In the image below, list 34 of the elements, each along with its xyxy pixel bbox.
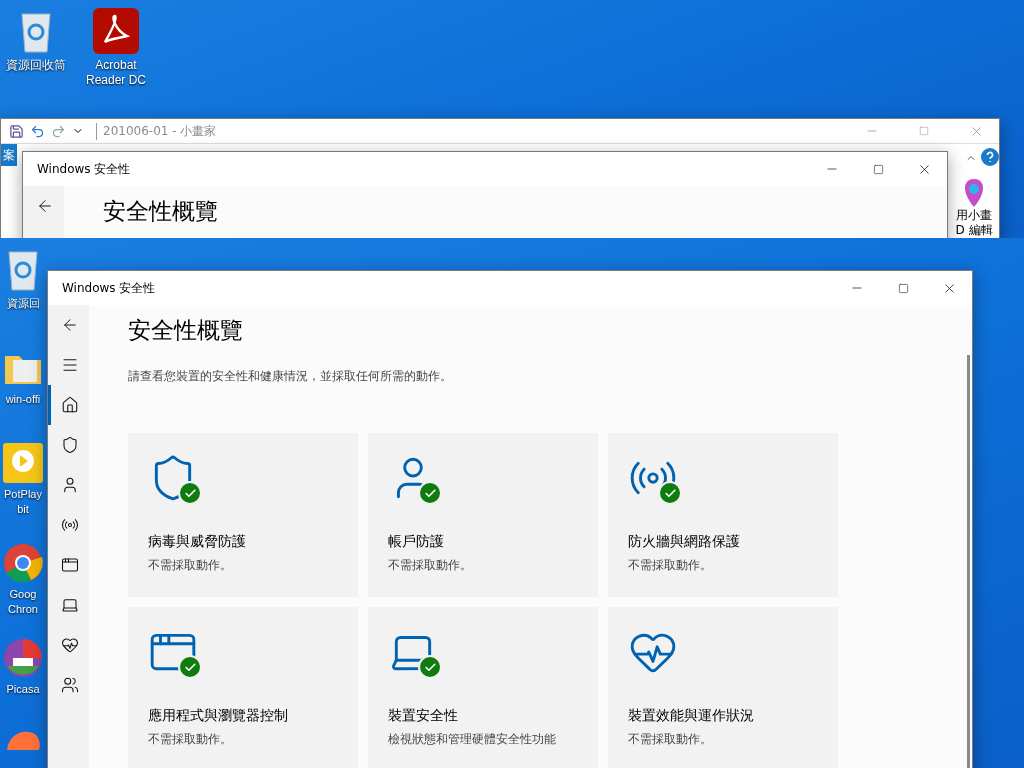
desktop-icon-label: win-offi — [5, 392, 41, 407]
card-status: 檢視狀態和管理硬體安全性功能 — [388, 731, 557, 748]
status-card[interactable]: 帳戶防護 不需採取動作。 — [368, 433, 598, 597]
ribbon-label: D 編輯 — [955, 223, 993, 238]
card-title: 裝置安全性 — [388, 707, 459, 725]
card-title: 病毒與威脅防護 — [148, 533, 247, 551]
desktop-icon-label: PotPlay bit — [4, 487, 42, 517]
card-title: 應用程式與瀏覽器控制 — [148, 707, 289, 725]
page-subtitle: 請查看您裝置的安全性和健康情況，並採取任何所需的動作。 — [128, 368, 452, 385]
card-title: 裝置效能與運作狀況 — [628, 707, 755, 725]
card-title: 帳戶防護 — [388, 533, 445, 551]
desktop-icon-label: Goog Chron — [8, 587, 38, 617]
desktop-icon-label: 資源回 — [6, 296, 40, 311]
card-status: 不需採取動作。 — [628, 731, 713, 748]
page-heading: 安全性概覽 — [103, 197, 218, 226]
ribbon-label: 用小畫 — [956, 208, 992, 223]
desktop-icon-label: Acrobat Reader DC — [86, 58, 146, 88]
status-card[interactable]: 裝置效能與運作狀況 不需採取動作。 — [608, 607, 838, 768]
card-status: 不需採取動作。 — [148, 731, 233, 748]
status-card[interactable]: 病毒與威脅防護 不需採取動作。 — [128, 433, 358, 597]
card-status: 不需採取動作。 — [388, 557, 473, 574]
file-tab[interactable]: 案 — [1, 144, 17, 166]
window-title: Windows 安全性 — [62, 279, 157, 297]
window-title: Windows 安全性 — [37, 160, 132, 178]
card-status: 不需採取動作。 — [628, 557, 713, 574]
card-title: 防火牆與網路保護 — [628, 533, 741, 551]
desktop-icon-label: 資源回收筒 — [6, 58, 66, 73]
status-card[interactable]: 裝置安全性 檢視狀態和管理硬體安全性功能 — [368, 607, 598, 768]
status-card[interactable]: 防火牆與網路保護 不需採取動作。 — [608, 433, 838, 597]
card-status: 不需採取動作。 — [148, 557, 233, 574]
page-heading: 安全性概覽 — [128, 316, 243, 345]
status-card[interactable]: 應用程式與瀏覽器控制 不需採取動作。 — [128, 607, 358, 768]
desktop-icon-label: Picasa — [6, 682, 40, 697]
window-title: 201006-01 - 小畫家 — [96, 122, 843, 140]
